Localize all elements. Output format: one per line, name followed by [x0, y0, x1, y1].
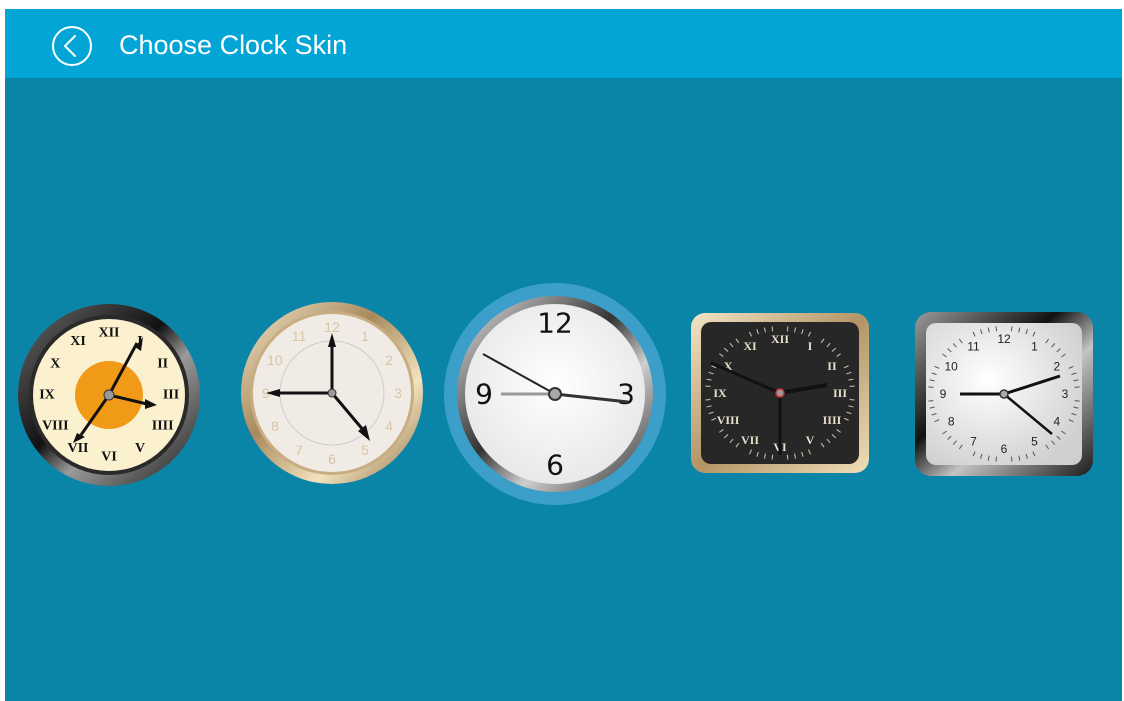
clock-skin-black-square-roman[interactable]: XIIIIIIIIIIIIVVIVIIVIIIIXXXI — [691, 313, 869, 473]
clock-numeral: 9 — [940, 387, 947, 401]
clock-numeral: 2 — [385, 352, 393, 368]
clock-numeral: XI — [70, 334, 86, 349]
clock-numeral: VIII — [42, 419, 68, 434]
clock-numeral: III — [833, 386, 847, 400]
clock-skin-gold-arabic[interactable]: 121234567891011 — [240, 301, 424, 485]
minute-tick — [928, 386, 934, 388]
clock-numeral: 4 — [385, 418, 393, 434]
clock-numeral: 4 — [1053, 415, 1060, 429]
clock-numeral: 12 — [537, 307, 573, 340]
clock-numeral: 3 — [394, 385, 402, 401]
minute-tick — [1010, 456, 1013, 462]
clock-numeral: IIII — [823, 413, 842, 427]
clock-numeral: IX — [39, 388, 55, 403]
clock-numeral: 6 — [328, 451, 336, 467]
clock-numeral: IIII — [152, 419, 174, 434]
minute-tick — [995, 456, 998, 462]
clock-numeral: X — [50, 357, 60, 372]
page-title: Choose Clock Skin — [119, 30, 348, 60]
clock-numeral: III — [163, 388, 179, 403]
clock-numeral: XI — [743, 339, 757, 353]
clock-numeral: V — [806, 433, 815, 447]
minute-tick — [1074, 400, 1080, 402]
clock-numeral: II — [827, 359, 837, 373]
minute-tick — [771, 454, 774, 460]
clock-numeral: IX — [713, 386, 727, 400]
clock-numeral: 7 — [295, 442, 303, 458]
clock-numeral: 11 — [292, 328, 307, 344]
clock-numeral: XII — [771, 332, 789, 346]
clock-numeral: 9 — [475, 378, 493, 411]
minute-tick — [771, 326, 774, 332]
clock-numeral: 2 — [1053, 360, 1060, 374]
clock-numeral: 6 — [546, 449, 564, 482]
minute-tick — [849, 398, 855, 401]
clock-face-gold-icon: 121234567891011 — [241, 302, 423, 484]
clock-numeral: 8 — [271, 418, 279, 434]
clock-numeral: 12 — [324, 319, 340, 335]
screen: Choose Clock Skin XIIIIIIIIIIIIVVIVIIVII… — [5, 9, 1122, 701]
clock-face-white-icon: 12 3 6 9 — [444, 283, 666, 505]
clock-numeral: 5 — [361, 442, 369, 458]
clock-numeral: 8 — [948, 415, 955, 429]
clock-skin-white-classic[interactable]: 12 3 6 9 — [443, 282, 667, 506]
minute-tick — [786, 454, 789, 460]
clock-numeral: 12 — [997, 332, 1011, 346]
clock-numeral: 3 — [1062, 387, 1069, 401]
clock-numeral: VII — [741, 433, 759, 447]
minute-tick — [705, 385, 711, 388]
minute-tick — [705, 398, 711, 401]
clock-numeral: 7 — [970, 435, 977, 449]
clock-numeral: VIII — [717, 413, 740, 427]
clock-numeral: 3 — [617, 378, 635, 411]
minute-tick — [1074, 386, 1080, 388]
minute-tick — [849, 385, 855, 388]
clock-skin-vintage-roman[interactable]: XIIIIIIIIIIIIVVIVIIVIIIIXXXI — [17, 303, 201, 487]
clock-face-black-square-icon: XIIIIIIIIIIIIVVIVIIVIIIIXXXI — [691, 313, 869, 473]
clock-numeral: V — [135, 441, 145, 456]
minute-tick — [1010, 326, 1013, 332]
clock-numeral: VII — [67, 441, 88, 456]
clock-skin-chrome-square-arabic[interactable]: 12 1 2 3 4 5 6 7 8 9 10 11 — [915, 312, 1093, 476]
minute-tick — [786, 326, 789, 332]
clock-numeral: VI — [101, 450, 117, 465]
minute-tick — [928, 400, 934, 402]
clock-numeral: 10 — [944, 360, 958, 374]
clock-numeral: 11 — [967, 339, 980, 353]
clock-numeral: 6 — [1001, 442, 1008, 456]
back-button[interactable] — [50, 24, 94, 68]
clock-face-chrome-square-icon: 121234567891011 — [915, 312, 1093, 476]
clock-face-vintage-icon: XIIIIIIIIIIIIVVIVIIVIIIIXXXI — [18, 304, 200, 486]
clock-numeral: 1 — [1031, 339, 1038, 353]
chevron-left-circle-icon — [52, 26, 92, 66]
clock-numeral: 1 — [361, 328, 369, 344]
clock-numeral: XII — [98, 326, 119, 341]
clock-numeral: II — [157, 357, 168, 372]
app-bar: Choose Clock Skin — [5, 9, 1122, 78]
clock-numeral: 5 — [1031, 435, 1038, 449]
clock-numeral: I — [808, 339, 813, 353]
clock-numeral: 10 — [267, 352, 283, 368]
minute-tick — [995, 326, 998, 332]
